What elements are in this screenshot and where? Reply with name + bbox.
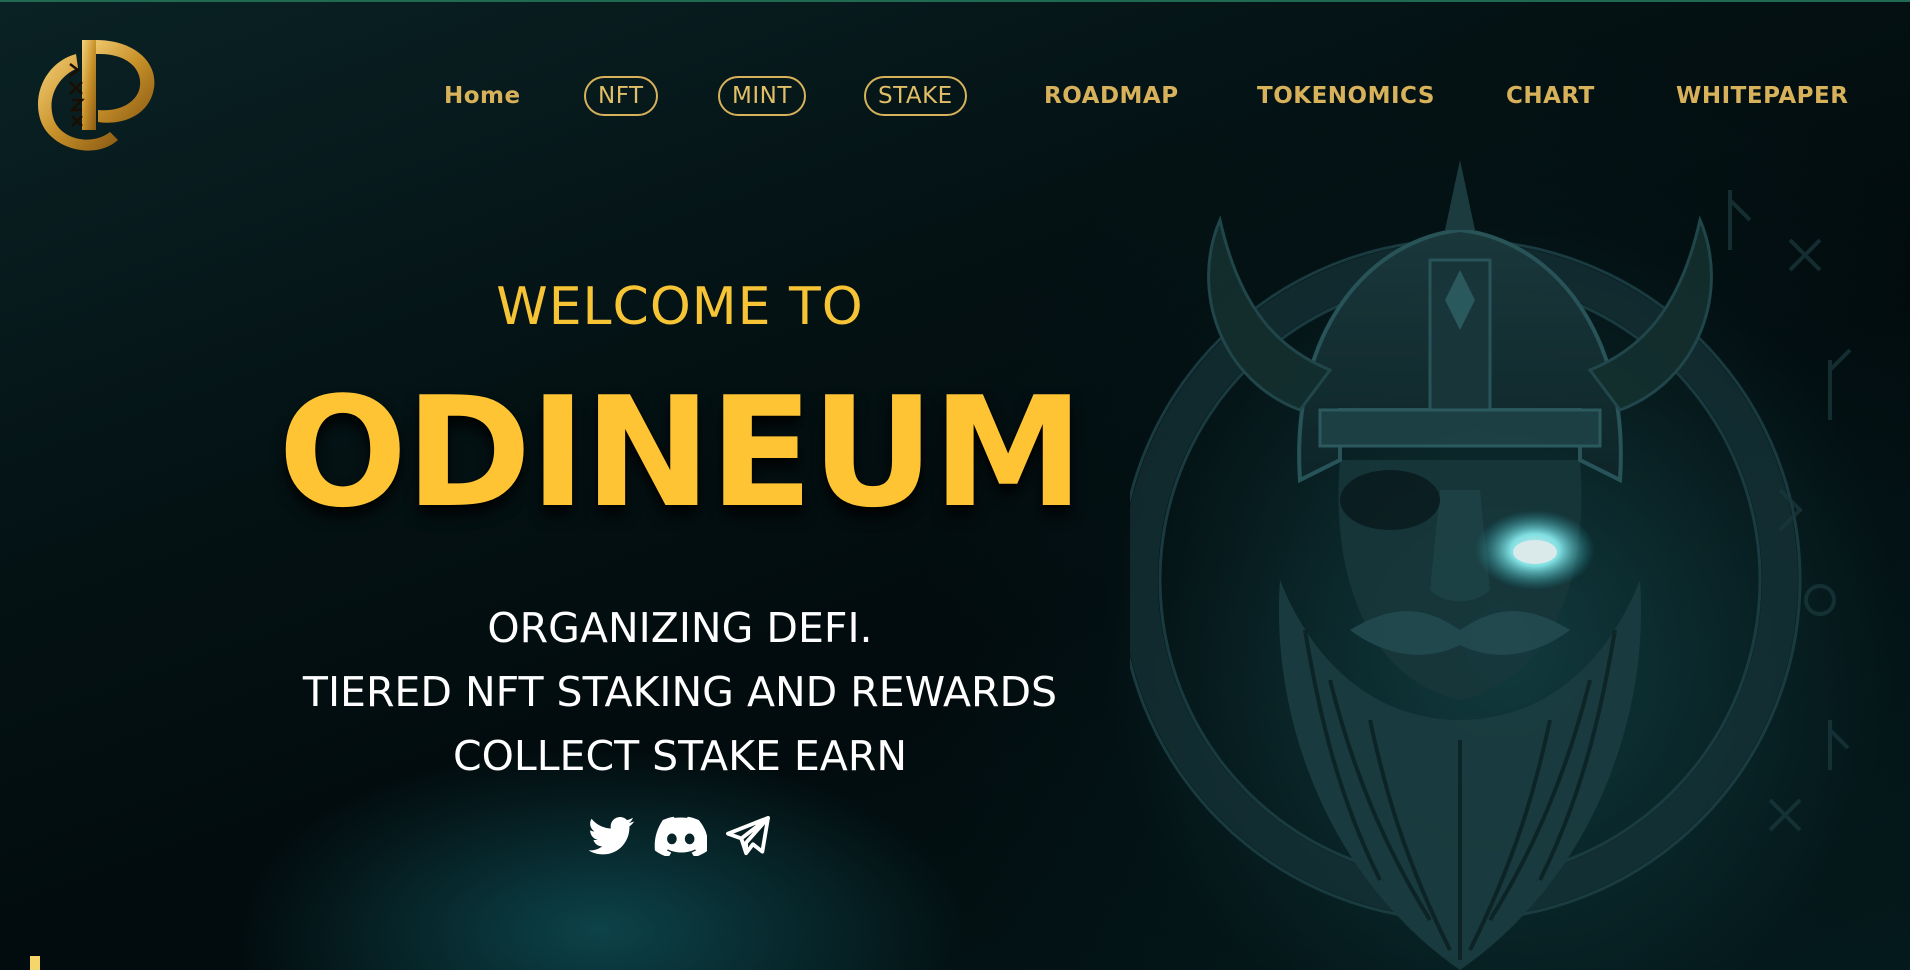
odin-viking-illustration (1118, 160, 1910, 970)
nav-stake[interactable]: STAKE (864, 76, 967, 116)
hero-title: ODINEUM (278, 364, 1084, 541)
hero-welcome: WELCOME TO (496, 277, 864, 337)
nav-whitepaper[interactable]: WHITEPAPER (1676, 76, 1848, 116)
nav-nft[interactable]: NFT (584, 76, 658, 116)
landing-page: Home NFT MINT STAKE ROADMAP TOKENOMICS C… (0, 0, 1910, 970)
discord-icon[interactable] (653, 810, 707, 862)
telegram-icon[interactable] (721, 810, 775, 862)
hero-line-3: COLLECT STAKE EARN (452, 732, 908, 780)
twitter-icon[interactable] (585, 810, 639, 862)
hero-taglines: ORGANIZING DEFI. TIERED NFT STAKING AND … (170, 596, 1190, 788)
nav-home[interactable]: Home (444, 76, 521, 116)
nav-mint[interactable]: MINT (718, 76, 806, 116)
hero-line-2: TIERED NFT STAKING AND REWARDS (302, 668, 1058, 716)
scroll-indicator (30, 956, 40, 970)
nav-roadmap[interactable]: ROADMAP (1044, 76, 1179, 116)
hero-section: WELCOME TO ODINEUM ORGANIZING DEFI. TIER… (170, 260, 1190, 862)
hero-line-1: ORGANIZING DEFI. (487, 604, 873, 652)
nav-chart[interactable]: CHART (1506, 76, 1595, 116)
social-links (170, 810, 1190, 862)
nav-tokenomics[interactable]: TOKENOMICS (1257, 76, 1435, 116)
